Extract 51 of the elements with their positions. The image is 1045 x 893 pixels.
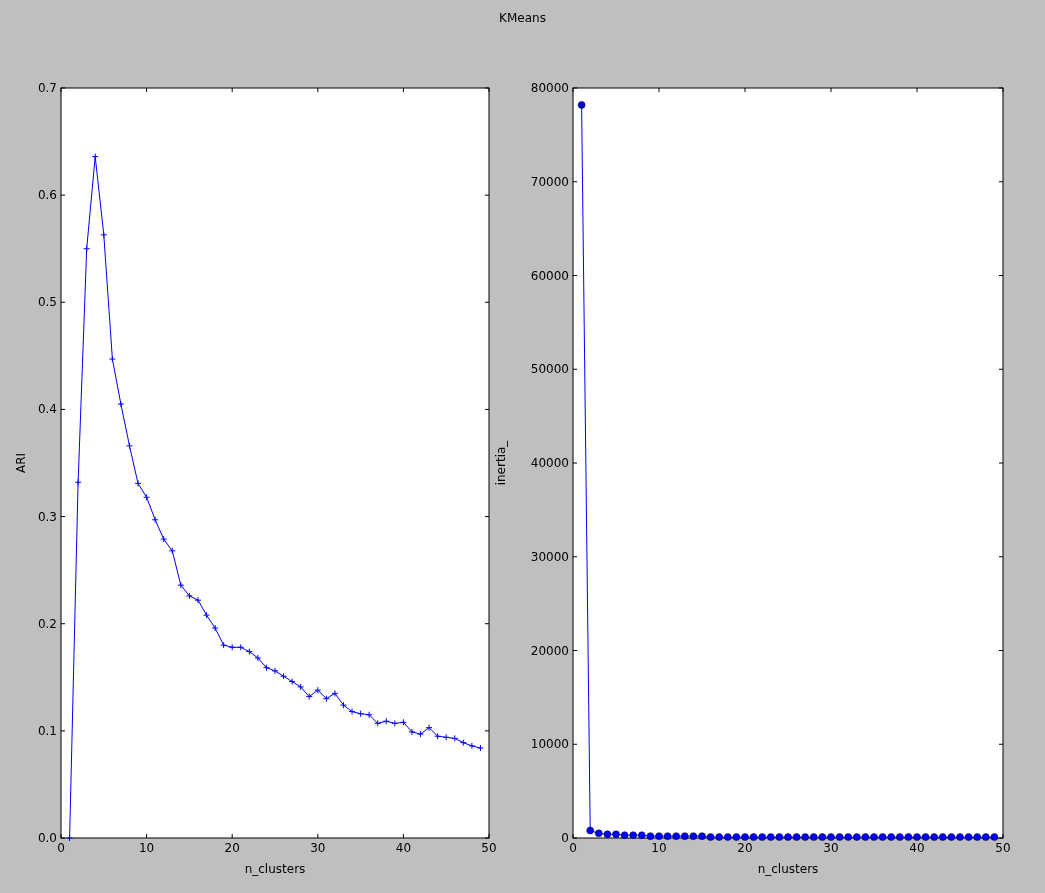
plus-marker bbox=[126, 442, 133, 450]
tick-label: 0.6 bbox=[37, 188, 57, 203]
plus-marker bbox=[117, 400, 125, 408]
x-axis-label: n_clusters bbox=[244, 862, 306, 876]
tick-label: 30 bbox=[310, 841, 326, 855]
plus-marker bbox=[91, 153, 99, 161]
tick-label: 20 bbox=[737, 841, 753, 855]
x-axis-label: n_clusters bbox=[757, 862, 819, 876]
plus-marker bbox=[143, 493, 151, 501]
tick-label: 0.5 bbox=[37, 295, 57, 310]
plus-marker bbox=[83, 245, 91, 253]
plus-marker bbox=[168, 547, 176, 555]
plus-marker bbox=[66, 834, 74, 842]
tick-label: 10 bbox=[138, 841, 155, 855]
tick-label: 0.7 bbox=[37, 81, 57, 95]
plus-marker bbox=[100, 231, 108, 239]
tick-label: 30 bbox=[823, 841, 839, 855]
tick-label: 40000 bbox=[530, 456, 569, 470]
tick-label: 40 bbox=[909, 841, 925, 855]
tick-label: 20000 bbox=[530, 643, 569, 658]
tick-label: 50000 bbox=[530, 362, 569, 377]
figure-title: KMeans bbox=[498, 10, 547, 27]
point-marker bbox=[577, 101, 586, 109]
tick-label: 0.0 bbox=[37, 831, 57, 845]
tick-label: 80000 bbox=[530, 81, 569, 95]
plus-marker bbox=[151, 516, 159, 524]
tick-label: 0.3 bbox=[37, 509, 57, 524]
tick-label: 0.2 bbox=[37, 616, 57, 631]
tick-label: 10000 bbox=[530, 737, 569, 752]
tick-label: 0.4 bbox=[37, 402, 57, 417]
tick-label: 0 bbox=[561, 831, 569, 845]
y-axis-label: inertia_ bbox=[494, 440, 508, 486]
tick-label: 40 bbox=[395, 841, 412, 855]
plus-marker bbox=[134, 479, 142, 487]
tick-label: 70000 bbox=[530, 174, 569, 189]
plus-marker bbox=[74, 478, 82, 486]
tick-label: 0 bbox=[569, 841, 577, 855]
plus-marker bbox=[108, 355, 116, 363]
tick-label: 50 bbox=[481, 841, 497, 855]
tick-label: 50 bbox=[995, 841, 1011, 855]
tick-label: 30000 bbox=[530, 549, 569, 564]
plus-marker bbox=[203, 611, 210, 619]
plus-marker bbox=[211, 624, 219, 632]
plus-marker bbox=[160, 535, 168, 543]
tick-label: 0 bbox=[57, 841, 65, 855]
tick-label: 60000 bbox=[530, 268, 569, 283]
tick-label: 0.1 bbox=[37, 723, 57, 738]
tick-label: 10 bbox=[651, 841, 667, 855]
y-axis-label: ARI bbox=[14, 452, 28, 474]
plus-marker bbox=[177, 581, 185, 589]
tick-label: 20 bbox=[224, 841, 240, 855]
